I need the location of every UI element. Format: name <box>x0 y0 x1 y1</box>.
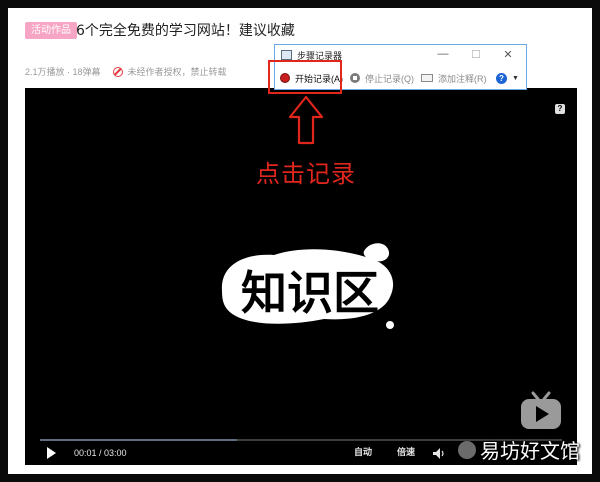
close-button[interactable]: ✕ <box>501 48 515 61</box>
help-button[interactable]: ? ▼ <box>496 70 519 86</box>
add-note-button[interactable]: 添加注释(R) <box>421 70 487 86</box>
annotation-label: 点击记录 <box>256 160 356 188</box>
note-icon <box>421 74 433 82</box>
quality-button[interactable]: 自动 <box>354 445 372 458</box>
player-help-icon[interactable]: ? <box>555 104 565 114</box>
watermark-logo-icon <box>458 440 476 459</box>
minimize-button[interactable]: — <box>436 48 450 60</box>
forbidden-icon <box>112 66 123 77</box>
recorder-app-icon <box>281 50 292 60</box>
video-title: 6个完全免费的学习网站！建议收藏 <box>76 23 295 39</box>
site-watermark: 易坊好文馆 <box>458 435 580 464</box>
page-frame: 活动作品 6个完全免费的学习网站！建议收藏 2.1万播放 · 18弹幕 未经作者… <box>8 8 592 474</box>
repost-notice: 未经作者授权，禁止转载 <box>112 65 227 78</box>
repost-notice-text: 未经作者授权，禁止转载 <box>127 67 227 77</box>
play-icon[interactable] <box>47 447 56 459</box>
volume-icon[interactable] <box>433 448 445 459</box>
chevron-down-icon: ▼ <box>512 74 519 82</box>
video-meta: 2.1万播放 · 18弹幕 未经作者授权，禁止转载 <box>25 65 227 78</box>
maximize-button[interactable]: ☐ <box>469 48 483 61</box>
watermark-text: 易坊好文馆 <box>480 439 580 463</box>
bilibili-tv-icon <box>521 391 561 429</box>
stop-recording-button[interactable]: 停止记录(Q) <box>350 70 414 86</box>
stop-icon <box>350 73 360 83</box>
zhishiqu-logo: 知识区 <box>221 243 394 329</box>
stop-recording-label: 停止记录(Q) <box>365 73 414 84</box>
speed-button[interactable]: 倍速 <box>397 445 415 458</box>
add-note-label: 添加注释(R) <box>438 73 487 84</box>
up-arrow-icon <box>288 95 324 145</box>
event-tag[interactable]: 活动作品 <box>25 22 77 39</box>
view-stats: 2.1万播放 · 18弹幕 <box>25 67 101 77</box>
help-icon: ? <box>496 72 507 84</box>
time-display: 00:01 / 03:00 <box>74 448 127 458</box>
annotation-highlight-box <box>268 60 342 94</box>
logo-text: 知识区 <box>241 266 379 320</box>
